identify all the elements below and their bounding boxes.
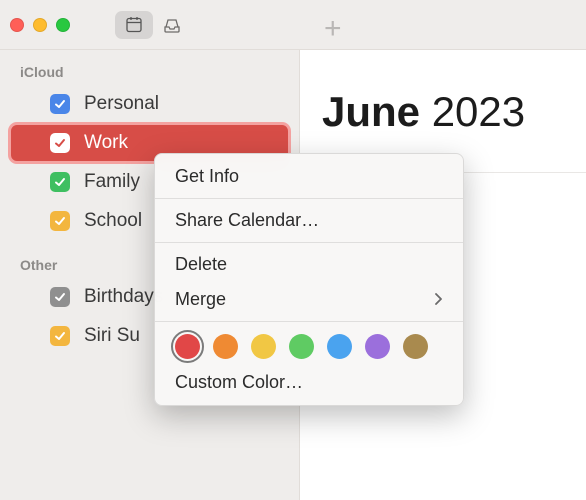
color-swatch-yellow[interactable] — [251, 334, 276, 359]
month-heading: June 2023 — [322, 88, 525, 136]
calendar-view-button[interactable] — [115, 11, 153, 39]
menu-item-label: Custom Color… — [175, 372, 303, 393]
color-swatch-row — [155, 326, 463, 365]
checkbox-icon[interactable] — [50, 94, 70, 114]
checkbox-icon[interactable] — [50, 172, 70, 192]
menu-item-delete[interactable]: Delete — [155, 247, 463, 282]
color-swatch-purple[interactable] — [365, 334, 390, 359]
sidebar-item-personal[interactable]: Personal — [10, 85, 289, 123]
zoom-window-button[interactable] — [56, 18, 70, 32]
calendar-label: Personal — [84, 93, 159, 115]
menu-item-label: Get Info — [175, 166, 239, 187]
calendar-label: Birthdays — [84, 286, 163, 308]
color-swatch-green[interactable] — [289, 334, 314, 359]
calendar-label: Work — [84, 132, 128, 154]
menu-item-custom-color[interactable]: Custom Color… — [155, 365, 463, 400]
toolbar-group — [115, 11, 191, 39]
menu-item-label: Delete — [175, 254, 227, 275]
menu-separator — [155, 321, 463, 322]
checkbox-icon[interactable] — [50, 133, 70, 153]
menu-separator — [155, 242, 463, 243]
menu-item-share-calendar[interactable]: Share Calendar… — [155, 203, 463, 238]
color-swatch-red[interactable] — [175, 334, 200, 359]
menu-separator — [155, 198, 463, 199]
color-swatch-orange[interactable] — [213, 334, 238, 359]
color-swatch-brown[interactable] — [403, 334, 428, 359]
calendar-label: School — [84, 210, 142, 232]
app-window: iCloud Personal Work Family — [0, 0, 586, 500]
checkbox-icon[interactable] — [50, 287, 70, 307]
close-window-button[interactable] — [10, 18, 24, 32]
chevron-right-icon — [435, 292, 443, 308]
menu-item-get-info[interactable]: Get Info — [155, 159, 463, 194]
color-swatch-blue[interactable] — [327, 334, 352, 359]
inbox-button[interactable] — [153, 11, 191, 39]
month-name: June — [322, 88, 420, 135]
section-header-icloud: iCloud — [0, 58, 299, 84]
calendar-label: Siri Su — [84, 325, 140, 347]
checkbox-icon[interactable] — [50, 326, 70, 346]
titlebar — [0, 0, 586, 50]
checkbox-icon[interactable] — [50, 211, 70, 231]
menu-item-label: Share Calendar… — [175, 210, 319, 231]
context-menu: Get Info Share Calendar… Delete Merge C — [154, 153, 464, 406]
window-controls — [10, 18, 70, 32]
minimize-window-button[interactable] — [33, 18, 47, 32]
menu-item-label: Merge — [175, 289, 226, 310]
menu-item-merge[interactable]: Merge — [155, 282, 463, 317]
add-event-button[interactable]: + — [324, 12, 342, 46]
calendar-label: Family — [84, 171, 140, 193]
year: 2023 — [432, 88, 525, 135]
